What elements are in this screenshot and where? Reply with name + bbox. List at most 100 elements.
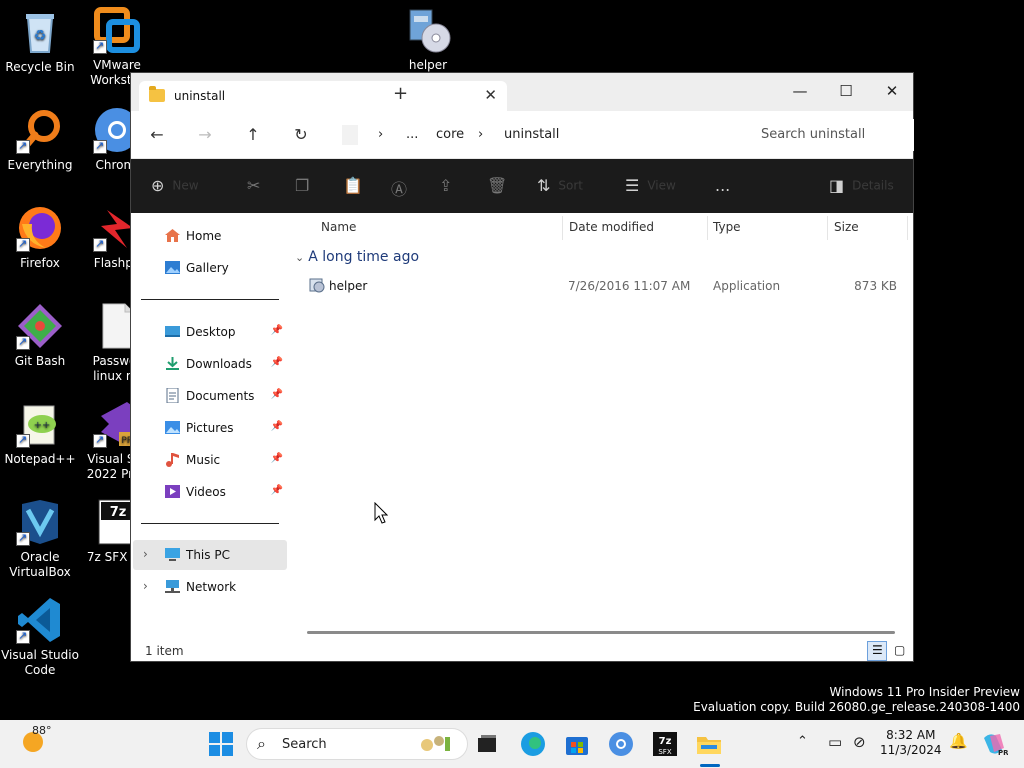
pin-icon[interactable]: 📌: [271, 325, 283, 336]
shortcut-arrow-icon: [16, 628, 30, 644]
sort-icon: ⇅: [537, 176, 551, 195]
horizontal-scrollbar[interactable]: [307, 631, 895, 634]
desktop-icon-everything[interactable]: Everything: [0, 106, 80, 173]
show-hidden-icons-chevron-icon[interactable]: ⌃: [797, 734, 808, 749]
taskbar-chromium[interactable]: [607, 730, 635, 758]
file-type: Application: [713, 279, 781, 293]
pin-icon[interactable]: 📌: [271, 389, 283, 400]
more-options-button[interactable]: ...: [715, 176, 738, 195]
file-row[interactable]: helper 7/26/2016 11:07 AM Application 87…: [305, 275, 911, 297]
file-size: 873 KB: [854, 279, 897, 293]
column-header-type[interactable]: Type: [713, 220, 741, 234]
column-header-size[interactable]: Size: [834, 220, 859, 234]
nav-item-music[interactable]: Music 📌: [133, 445, 287, 475]
new-button[interactable]: ⊕ New: [151, 176, 199, 195]
nav-item-pictures[interactable]: Pictures 📌: [133, 413, 287, 443]
nav-item-downloads[interactable]: Downloads 📌: [133, 349, 287, 379]
vscode-icon: [16, 596, 64, 644]
taskbar-file-explorer[interactable]: [695, 730, 723, 758]
nav-item-this-pc[interactable]: › This PC: [133, 540, 287, 570]
nav-item-network[interactable]: › Network: [133, 572, 287, 602]
nav-item-documents[interactable]: Documents 📌: [133, 381, 287, 411]
system-tray-device-icon[interactable]: ▭: [828, 733, 842, 751]
address-bar[interactable]: › ... core › uninstall: [328, 119, 736, 151]
notification-bell-icon[interactable]: 🔔: [949, 732, 968, 750]
title-bar: uninstall ✕ + — ☐ ✕: [131, 73, 913, 111]
desktop-icon-label: Notepad++: [4, 452, 76, 466]
desktop-icon-label: helper: [408, 58, 448, 72]
refresh-icon[interactable]: ↻: [289, 123, 313, 147]
taskbar-7z-sfx[interactable]: 7z SFX: [651, 730, 679, 758]
vmware-icon: [93, 6, 141, 54]
breadcrumb-core[interactable]: core: [436, 127, 464, 142]
chevron-right-icon[interactable]: ›: [143, 579, 148, 593]
weather-widget[interactable]: 88°: [20, 724, 52, 757]
pin-icon[interactable]: 📌: [271, 485, 283, 496]
taskbar-store[interactable]: [563, 730, 591, 758]
group-header[interactable]: ⌄ A long time ago: [295, 249, 419, 265]
up-arrow-icon[interactable]: ↑: [241, 123, 265, 147]
desktop-icon-firefox[interactable]: Firefox: [0, 204, 80, 271]
column-divider[interactable]: [707, 216, 708, 240]
system-clock[interactable]: 8:32 AM 11/3/2024: [880, 728, 942, 758]
network-status-icon[interactable]: ⊘: [853, 733, 866, 751]
copy-button[interactable]: ❐: [295, 176, 317, 195]
taskbar-task-view[interactable]: [473, 730, 501, 758]
shortcut-arrow-icon: [93, 38, 107, 54]
nav-item-videos[interactable]: Videos 📌: [133, 477, 287, 507]
tab-uninstall[interactable]: uninstall ✕: [139, 81, 507, 111]
delete-button[interactable]: 🗑: [487, 176, 515, 195]
documents-icon: [164, 387, 181, 404]
back-arrow-icon[interactable]: ←: [145, 123, 169, 147]
nav-item-home[interactable]: Home: [133, 221, 287, 251]
column-divider[interactable]: [907, 216, 908, 240]
desktop-icon-notepad-plus-plus[interactable]: ++ Notepad++: [0, 400, 80, 467]
column-header-name[interactable]: Name: [321, 220, 356, 234]
column-divider[interactable]: [827, 216, 828, 240]
nav-item-desktop[interactable]: Desktop 📌: [133, 317, 287, 347]
column-header-date-modified[interactable]: Date modified: [569, 220, 654, 234]
home-icon: [164, 228, 181, 243]
svg-text:7z: 7z: [110, 505, 127, 520]
desktop-icon-label: Firefox: [20, 256, 60, 270]
sort-button[interactable]: ⇅ Sort: [537, 176, 583, 195]
view-button[interactable]: ☰ View: [625, 176, 676, 195]
forward-arrow-icon[interactable]: →: [193, 123, 217, 147]
desktop-icon-label: Recycle Bin: [5, 60, 75, 74]
desktop-icon-helper[interactable]: helper: [388, 6, 468, 73]
file-list: Name Date modified Type Size ⌄ A long tim…: [289, 213, 913, 641]
column-divider[interactable]: [562, 216, 563, 240]
start-button[interactable]: [207, 730, 235, 758]
desktop-icon-virtualbox[interactable]: Oracle VirtualBox: [0, 498, 80, 580]
pin-icon[interactable]: 📌: [271, 421, 283, 432]
details-view-button[interactable]: ☰: [867, 641, 887, 661]
desktop-icon-vscode[interactable]: Visual Studio Code: [0, 596, 80, 678]
taskbar-edge[interactable]: [519, 730, 547, 758]
breadcrumb-uninstall[interactable]: uninstall: [504, 127, 559, 142]
pin-icon[interactable]: 📌: [271, 453, 283, 464]
tab-close-icon[interactable]: ✕: [484, 86, 497, 104]
videos-icon: [164, 484, 181, 499]
pin-icon[interactable]: 📌: [271, 357, 283, 368]
share-button[interactable]: ⇪: [439, 176, 460, 195]
desktop-icon-git-bash[interactable]: Git Bash: [0, 302, 80, 369]
tiles-view-button[interactable]: ▢: [889, 641, 909, 661]
minimize-button[interactable]: —: [777, 77, 823, 105]
desktop-icon-label: Oracle VirtualBox: [9, 550, 71, 579]
cut-button[interactable]: ✂: [247, 176, 268, 195]
paste-button[interactable]: 📋: [343, 176, 371, 195]
breadcrumb-overflow[interactable]: ...: [406, 127, 418, 142]
chevron-right-icon[interactable]: ›: [143, 547, 148, 561]
copilot-button[interactable]: PRE: [980, 730, 1014, 758]
shortcut-arrow-icon: [16, 432, 30, 448]
new-tab-icon[interactable]: +: [393, 83, 408, 104]
taskbar-search-box[interactable]: ⌕ Search: [246, 728, 468, 760]
shortcut-arrow-icon: [16, 138, 30, 154]
close-button[interactable]: ✕: [869, 77, 915, 105]
search-input[interactable]: Search uninstall: [746, 119, 914, 151]
rename-button[interactable]: Ⓐ: [391, 176, 415, 200]
details-pane-button[interactable]: ◨ Details: [829, 176, 894, 195]
nav-item-gallery[interactable]: Gallery: [133, 253, 287, 283]
desktop-icon-recycle-bin[interactable]: ♻ Recycle Bin: [0, 8, 80, 75]
maximize-button[interactable]: ☐: [823, 77, 869, 105]
